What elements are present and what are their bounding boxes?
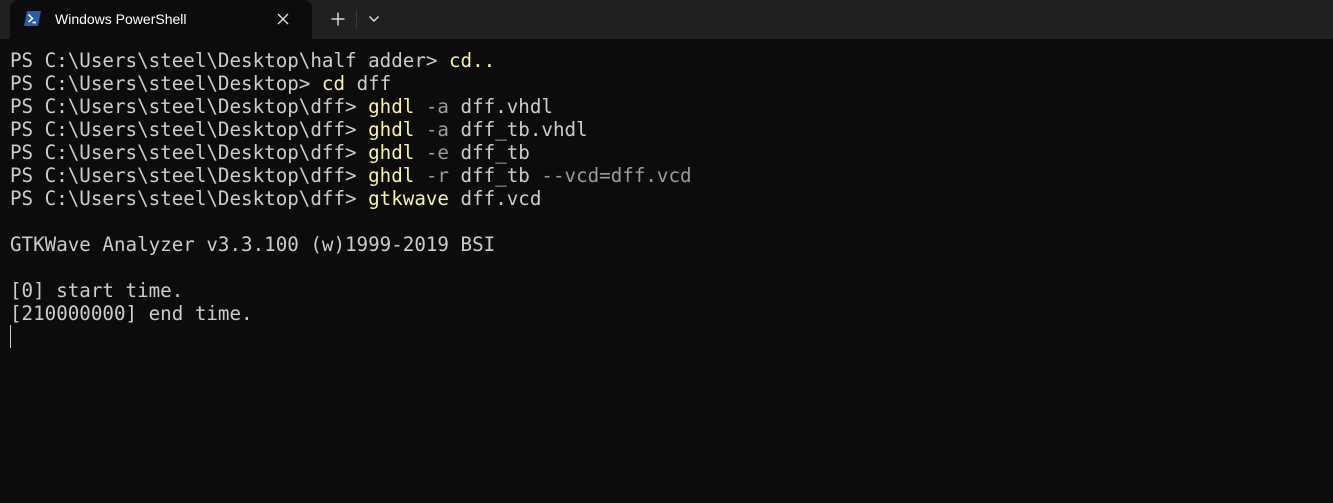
prompt-text: PS C:\Users\steel\Desktop\half adder> [10,49,449,72]
parameter-text: -r [414,164,449,187]
command-line: PS C:\Users\steel\Desktop\dff> ghdl -a d… [10,118,1333,141]
profile-dropdown-button[interactable] [362,6,386,32]
text-cursor [10,325,11,348]
command-text: ghdl [368,95,415,118]
parameter-text: --vcd=dff.vcd [529,164,692,187]
powershell-window: Windows PowerShell PS C:\Users\steel\Des… [0,0,1333,503]
command-text: ghdl [368,164,415,187]
prompt-text: PS C:\Users\steel\Desktop\dff> [10,95,369,118]
close-icon [277,13,289,25]
argument-text: dff.vhdl [448,95,553,118]
parameter-text: -a [414,95,449,118]
command-line: PS C:\Users\steel\Desktop\dff> ghdl -e d… [10,141,1333,164]
parameter-text: -a [414,118,449,141]
argument-text: dff_tb [448,164,530,187]
command-line: PS C:\Users\steel\Desktop\dff> ghdl -r d… [10,164,1333,187]
argument-text: dff [345,72,392,95]
argument-text: dff_tb.vhdl [448,118,588,141]
command-line: PS C:\Users\steel\Desktop\dff> gtkwave d… [10,187,1333,210]
tab-windows-powershell[interactable]: Windows PowerShell [10,0,312,39]
chevron-down-icon [369,16,379,22]
program-output: GTKWave Analyzer v3.3.100 (w)1999-2019 B… [10,210,1333,325]
new-tab-button[interactable] [324,6,352,32]
command-text: ghdl [368,118,415,141]
command-text: cd [321,72,346,95]
command-history: PS C:\Users\steel\Desktop\half adder> cd… [10,49,1333,210]
prompt-text: PS C:\Users\steel\Desktop\dff> [10,141,369,164]
argument-text: dff.vcd [448,187,542,210]
argument-text: dff_tb [448,141,530,164]
prompt-text: PS C:\Users\steel\Desktop\dff> [10,187,369,210]
plus-icon [331,12,345,26]
tab-divider [356,10,357,28]
prompt-text: PS C:\Users\steel\Desktop> [10,72,322,95]
command-line: PS C:\Users\steel\Desktop\half adder> cd… [10,49,1333,72]
command-text: cd.. [448,49,496,72]
output-line: [0] start time. [10,279,184,302]
terminal-output[interactable]: PS C:\Users\steel\Desktop\half adder> cd… [0,39,1333,503]
parameter-text: -e [414,141,449,164]
tab-bar: Windows PowerShell [0,0,1333,39]
prompt-text: PS C:\Users\steel\Desktop\dff> [10,118,369,141]
tab-title: Windows PowerShell [55,11,187,27]
output-line: [210000000] end time. [10,302,253,325]
command-text: ghdl [368,141,415,164]
command-text: gtkwave [368,187,449,210]
powershell-icon [24,11,41,26]
output-line: GTKWave Analyzer v3.3.100 (w)1999-2019 B… [10,233,496,256]
tab-close-button[interactable] [272,8,294,30]
command-line: PS C:\Users\steel\Desktop\dff> ghdl -a d… [10,95,1333,118]
prompt-text: PS C:\Users\steel\Desktop\dff> [10,164,369,187]
input-line[interactable] [10,325,1333,348]
command-line: PS C:\Users\steel\Desktop> cd dff [10,72,1333,95]
